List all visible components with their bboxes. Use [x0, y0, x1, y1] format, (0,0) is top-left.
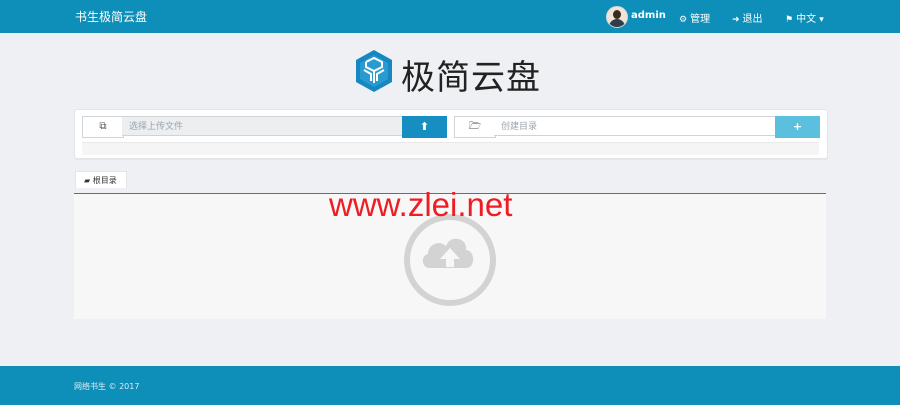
tab-root-directory[interactable]: ▰ 根目录 [75, 171, 127, 188]
chevron-down-icon: ▾ [819, 15, 824, 25]
logout-link[interactable]: ➜ 退出 [732, 10, 763, 25]
copy-icon: ⧉ [82, 116, 124, 138]
upload-panel: ⧉ 选择上传文件 ⬆ 🗁 创建目录 + [74, 109, 828, 159]
file-upload-input[interactable]: 选择上传文件 [122, 116, 403, 136]
plus-icon: + [792, 120, 803, 133]
folder-icon: ▰ [84, 176, 91, 185]
tab-label: 根目录 [92, 176, 117, 185]
upload-icon: ⬆ [419, 120, 430, 133]
cog-icon: ⚙ [679, 15, 688, 25]
sign-out-icon: ➜ [732, 15, 740, 25]
logo: 极简云盘 [353, 48, 553, 98]
cube-logo-icon [356, 50, 392, 92]
avatar-head [613, 10, 621, 19]
footer: 网络书生 © 2017 [0, 366, 900, 405]
language-label: 中文 [796, 14, 817, 25]
create-dir-input[interactable]: 创建目录 [494, 116, 776, 136]
language-dropdown[interactable]: ⚑ 中文 ▾ [785, 10, 827, 25]
create-dir-group: 🗁 创建目录 + [454, 116, 820, 138]
watermark-text: www.zlei.net [329, 186, 513, 223]
user-avatar[interactable] [606, 6, 628, 28]
upload-button[interactable]: ⬆ [402, 116, 447, 138]
manage-link[interactable]: ⚙ 管理 [679, 10, 710, 25]
avatar-body [609, 19, 625, 27]
user-name[interactable]: admin [631, 10, 666, 21]
brand-title[interactable]: 书生极简云盘 [75, 8, 147, 25]
flag-icon: ⚑ [785, 15, 794, 25]
footer-copyright: 网络书生 © 2017 [74, 382, 140, 391]
manage-label: 管理 [690, 14, 711, 25]
logo-title: 极简云盘 [401, 58, 541, 98]
top-navbar: 书生极简云盘 admin ⚙ 管理 ➜ 退出 ⚑ 中文 ▾ [0, 0, 900, 33]
folder-open-icon: 🗁 [454, 116, 496, 138]
create-dir-button[interactable]: + [775, 116, 820, 138]
cloud-upload-icon [404, 214, 496, 306]
logout-label: 退出 [742, 14, 763, 25]
upload-progress-area [82, 142, 819, 155]
file-upload-group: ⧉ 选择上传文件 ⬆ [82, 116, 448, 138]
